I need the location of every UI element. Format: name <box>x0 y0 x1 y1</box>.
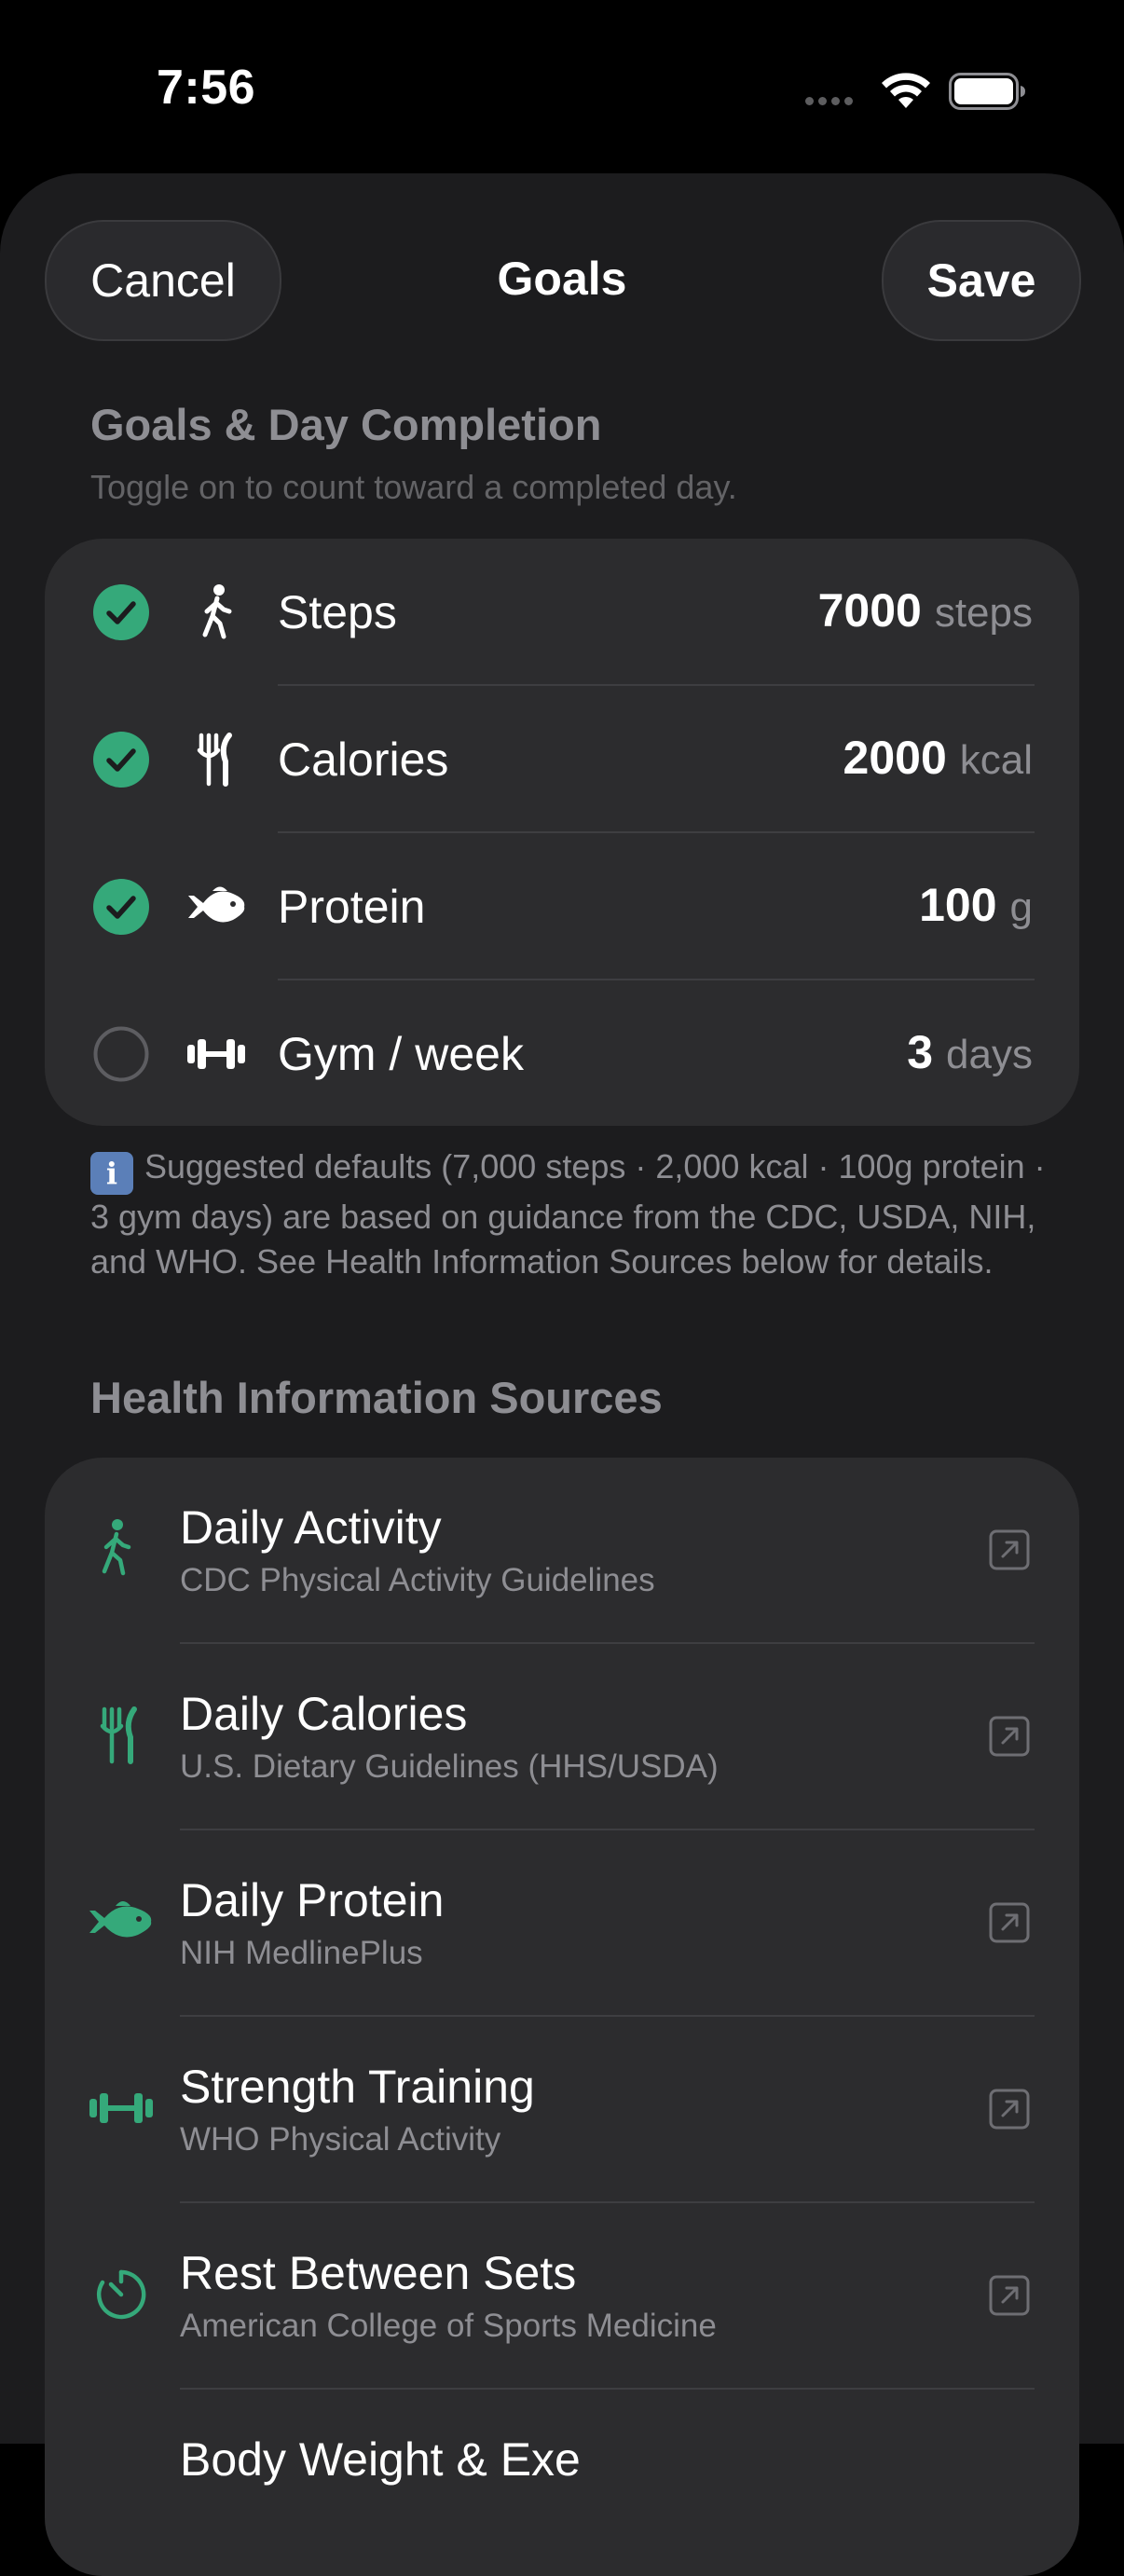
checkmark-circle-icon[interactable] <box>93 732 149 788</box>
external-link-icon[interactable] <box>988 1528 1031 1571</box>
source-title: Daily Protein <box>180 1874 445 1926</box>
goal-value[interactable]: 3 days <box>907 1025 1033 1079</box>
fork-knife-icon <box>197 733 232 787</box>
status-time: 7:56 <box>157 61 256 115</box>
goals-section-subtitle: Toggle on to count toward a completed da… <box>90 468 737 506</box>
note-text: Suggested defaults (7,000 steps · 2,000 … <box>90 1147 1046 1281</box>
goal-value[interactable]: 2000 kcal <box>843 731 1033 785</box>
battery-icon <box>949 73 1025 110</box>
source-row-rest-between-sets[interactable]: Rest Between Sets American College of Sp… <box>45 2203 1079 2390</box>
source-subtitle: WHO Physical Activity <box>180 2121 501 2158</box>
source-row-daily-calories[interactable]: Daily Calories U.S. Dietary Guidelines (… <box>45 1644 1079 1830</box>
goal-value[interactable]: 7000 steps <box>818 583 1033 637</box>
defaults-info-note: i Suggested defaults (7,000 steps · 2,000… <box>90 1144 1050 1284</box>
save-button[interactable]: Save <box>882 220 1081 341</box>
goal-row-gym[interactable]: Gym / week 3 days <box>45 980 1079 1126</box>
fish-icon <box>89 1901 152 1938</box>
source-title: Strength Training <box>180 2061 535 2113</box>
source-subtitle: American College of Sports Medicine <box>180 2308 717 2344</box>
external-link-icon[interactable] <box>988 2088 1031 2131</box>
source-subtitle: CDC Physical Activity Guidelines <box>180 1562 655 1598</box>
source-title: Daily Calories <box>180 1688 468 1740</box>
external-link-icon[interactable] <box>988 1715 1031 1758</box>
checkmark-circle-icon[interactable] <box>93 584 149 640</box>
source-subtitle: U.S. Dietary Guidelines (HHS/USDA) <box>180 1748 719 1785</box>
goal-value-number: 100 <box>919 879 997 931</box>
goal-label: Calories <box>278 733 449 786</box>
goal-value-unit: steps <box>934 590 1033 636</box>
goal-label: Protein <box>278 881 426 933</box>
goal-value-unit: kcal <box>959 737 1033 783</box>
source-subtitle: NIH MedlinePlus <box>180 1935 423 1971</box>
source-title: Body Weight & Exe <box>180 2433 581 2486</box>
external-link-icon[interactable] <box>988 2274 1031 2317</box>
goal-row-calories[interactable]: Calories 2000 kcal <box>45 686 1079 833</box>
source-row-body-weight[interactable]: Body Weight & Exe <box>45 2390 1079 2576</box>
goal-value[interactable]: 100 g <box>919 878 1033 932</box>
sources-card: Daily Activity CDC Physical Activity Gui… <box>45 1458 1079 2576</box>
goals-section-title: Goals & Day Completion <box>90 400 602 449</box>
source-title: Rest Between Sets <box>180 2247 577 2299</box>
info-icon: i <box>90 1152 133 1195</box>
goal-label: Steps <box>278 586 397 638</box>
checkmark-circle-icon[interactable] <box>93 879 149 935</box>
walking-figure-icon <box>102 1519 131 1576</box>
goal-row-steps[interactable]: Steps 7000 steps <box>45 539 1079 686</box>
status-bar: 7:56 <box>0 0 1124 177</box>
external-link-icon[interactable] <box>988 1901 1031 1944</box>
fish-icon <box>188 886 245 923</box>
goal-value-number: 3 <box>907 1026 934 1078</box>
dumbbell-icon <box>187 1039 245 1069</box>
walking-figure-icon <box>202 584 232 639</box>
cellular-signal-icon <box>805 97 853 105</box>
source-title: Daily Activity <box>180 1501 442 1554</box>
wifi-icon <box>882 73 930 108</box>
goal-row-protein[interactable]: Protein 100 g <box>45 833 1079 980</box>
timer-icon <box>96 2269 146 2320</box>
goal-value-number: 7000 <box>817 584 922 637</box>
sources-section-title: Health Information Sources <box>90 1373 663 1422</box>
dumbbell-icon <box>89 2093 153 2123</box>
source-row-strength-training[interactable]: Strength Training WHO Physical Activity <box>45 2017 1079 2203</box>
goal-value-unit: g <box>1009 884 1033 930</box>
source-row-daily-activity[interactable]: Daily Activity CDC Physical Activity Gui… <box>45 1458 1079 1644</box>
fork-knife-icon <box>100 1706 137 1764</box>
goal-value-number: 2000 <box>843 732 947 784</box>
goals-card: Steps 7000 steps Calories 2000 kcal Protei… <box>45 539 1079 1126</box>
empty-circle-icon[interactable] <box>93 1026 149 1082</box>
source-row-daily-protein[interactable]: Daily Protein NIH MedlinePlus <box>45 1830 1079 2017</box>
goal-value-unit: days <box>946 1032 1033 1077</box>
goal-label: Gym / week <box>278 1028 524 1080</box>
